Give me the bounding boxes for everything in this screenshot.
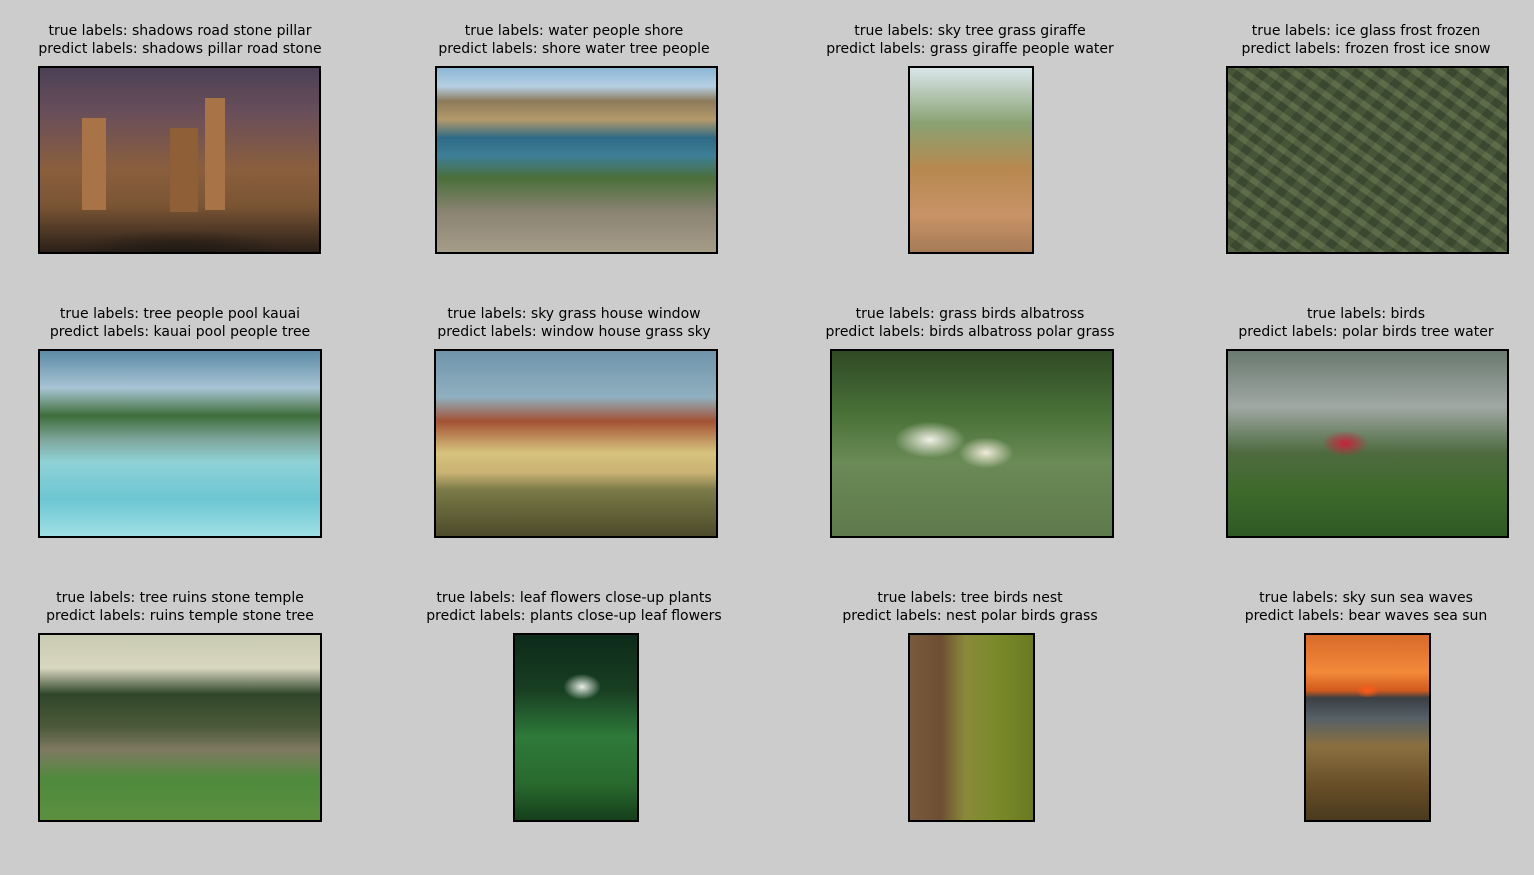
predict-labels: predict labels: frozen frost ice snow: [1241, 41, 1491, 57]
true-labels: true labels: tree ruins stone temple: [56, 590, 304, 606]
house-photo-icon: [434, 349, 718, 538]
predict-labels: predict labels: shadows pillar road ston…: [38, 41, 322, 57]
giraffe-photo-icon: [908, 66, 1034, 254]
true-labels: true labels: water people shore: [464, 23, 684, 39]
woodpecker-photo-icon: [908, 633, 1035, 822]
temple-photo-icon: [38, 633, 322, 822]
true-labels: true labels: birds: [1307, 306, 1425, 322]
figure-cell: true labels: birds predict labels: polar…: [1186, 283, 1534, 563]
figure-cell: true labels: grass birds albatross predi…: [790, 283, 1150, 563]
sunset-photo-icon: [1304, 633, 1431, 822]
figure-cell: true labels: sky sun sea waves predict l…: [1186, 567, 1534, 847]
ruins-photo-icon: [38, 66, 321, 254]
figure-cell: true labels: leaf flowers close-up plant…: [394, 567, 754, 847]
figure-cell: true labels: tree people pool kauai pred…: [0, 283, 360, 563]
predict-labels: predict labels: window house grass sky: [437, 324, 711, 340]
predict-labels: predict labels: ruins temple stone tree: [46, 608, 314, 624]
predict-labels: predict labels: kauai pool people tree: [49, 324, 311, 340]
figure-cell: true labels: tree birds nest predict lab…: [790, 567, 1150, 847]
predict-labels: predict labels: nest polar birds grass: [842, 608, 1098, 624]
flowers-photo-icon: [513, 633, 639, 822]
true-labels: true labels: leaf flowers close-up plant…: [436, 590, 712, 606]
figure-cell: true labels: water people shore predict …: [394, 0, 754, 280]
frigatebird-photo-icon: [1226, 349, 1509, 538]
true-labels: true labels: sky grass house window: [447, 306, 701, 322]
ice-photo-icon: [1226, 66, 1509, 254]
true-labels: true labels: ice glass frost frozen: [1251, 23, 1481, 39]
predict-labels: predict labels: birds albatross polar gr…: [825, 324, 1115, 340]
albatross-photo-icon: [830, 349, 1114, 538]
predict-labels: predict labels: plants close-up leaf flo…: [426, 608, 722, 624]
figure-cell: true labels: tree ruins stone temple pre…: [0, 567, 360, 847]
true-labels: true labels: shadows road stone pillar: [48, 23, 312, 39]
predict-labels: predict labels: shore water tree people: [438, 41, 710, 57]
predict-labels: predict labels: grass giraffe people wat…: [826, 41, 1114, 57]
true-labels: true labels: tree people pool kauai: [59, 306, 301, 322]
predict-labels: predict labels: bear waves sea sun: [1244, 608, 1488, 624]
true-labels: true labels: sky tree grass giraffe: [854, 23, 1086, 39]
figure-cell: true labels: shadows road stone pillar p…: [0, 0, 360, 280]
true-labels: true labels: tree birds nest: [877, 590, 1063, 606]
figure-cell: true labels: sky grass house window pred…: [394, 283, 754, 563]
true-labels: true labels: grass birds albatross: [855, 306, 1085, 322]
predict-labels: predict labels: polar birds tree water: [1238, 324, 1494, 340]
shore-photo-icon: [435, 66, 718, 254]
figure-cell: true labels: sky tree grass giraffe pred…: [790, 0, 1150, 280]
pool-photo-icon: [38, 349, 322, 538]
true-labels: true labels: sky sun sea waves: [1259, 590, 1473, 606]
figure-cell: true labels: ice glass frost frozen pred…: [1186, 0, 1534, 280]
